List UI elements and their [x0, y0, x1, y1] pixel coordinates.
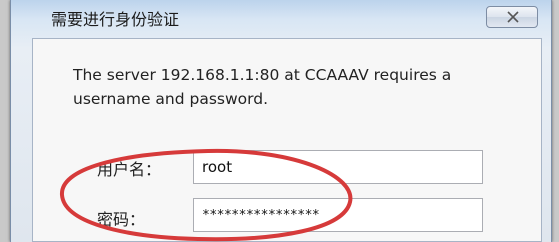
- password-field[interactable]: ****************: [193, 198, 483, 232]
- title-bar: 需要进行身份验证: [11, 0, 551, 40]
- password-label: 密码：: [97, 210, 146, 229]
- auth-dialog-window: 需要进行身份验证 The server 192.168.1.1:80 at CC…: [10, 0, 552, 242]
- dialog-content: The server 192.168.1.1:80 at CCAAAV requ…: [32, 38, 542, 242]
- close-x-icon: [507, 11, 519, 23]
- username-label: 用户名：: [97, 160, 162, 179]
- username-field[interactable]: root: [193, 150, 483, 184]
- auth-message: The server 192.168.1.1:80 at CCAAAV requ…: [73, 66, 452, 108]
- dialog-title: 需要进行身份验证: [51, 10, 180, 29]
- close-button[interactable]: [486, 6, 538, 28]
